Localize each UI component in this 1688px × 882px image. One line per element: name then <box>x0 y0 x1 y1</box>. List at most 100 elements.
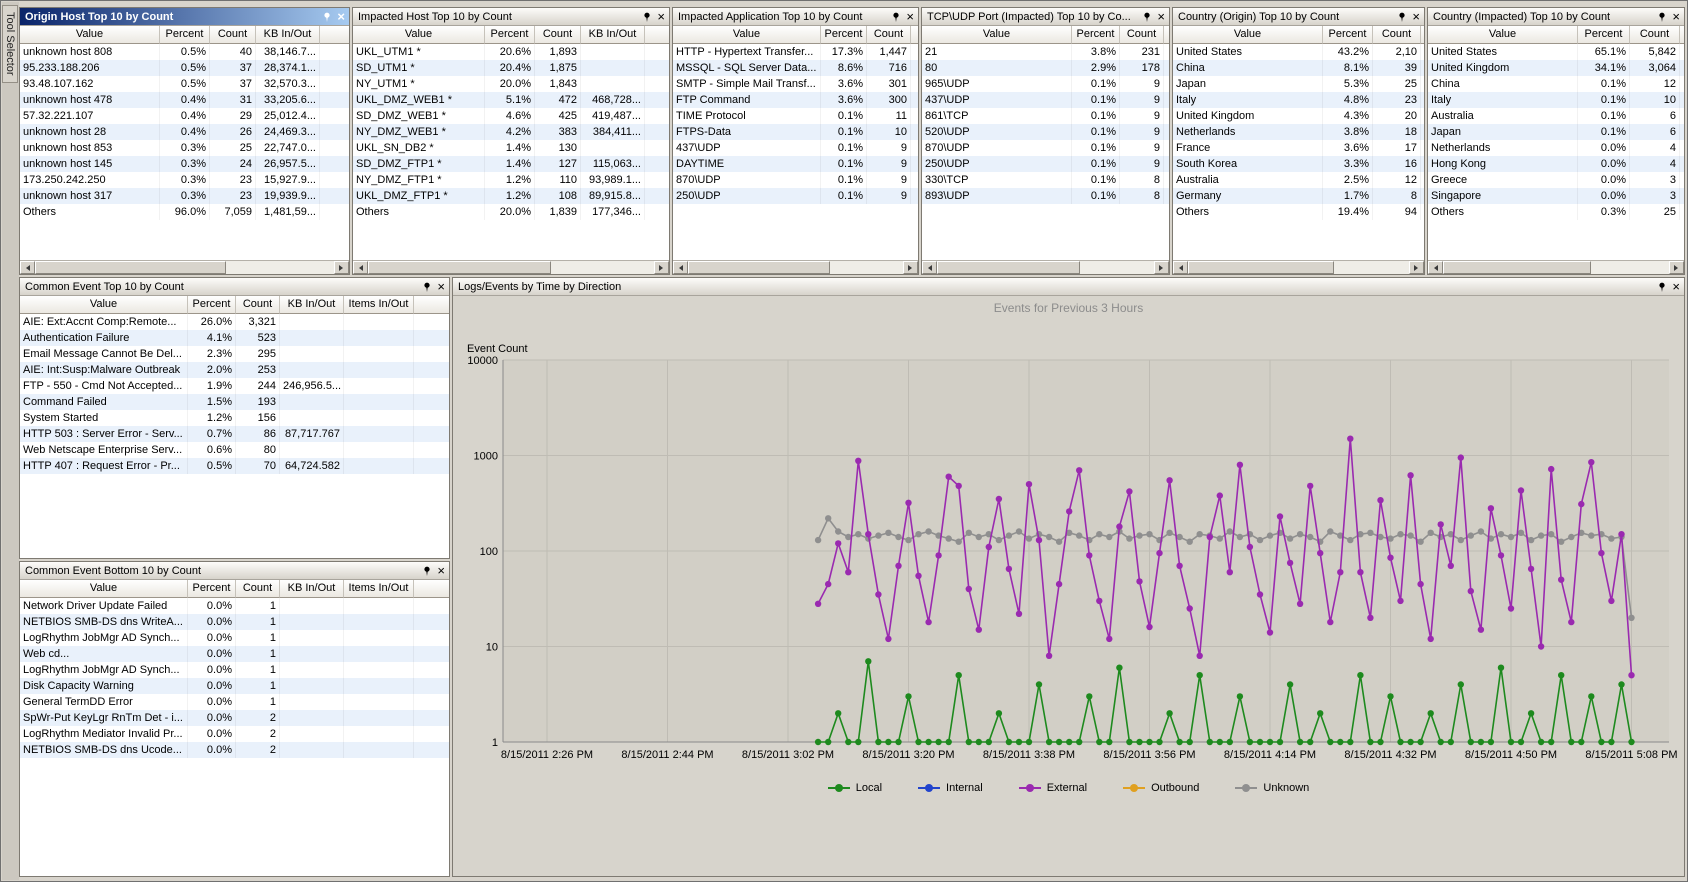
country-impacted-titlebar[interactable]: Country (Impacted) Top 10 by Count × <box>1428 8 1684 26</box>
scroll-track[interactable] <box>1080 261 1154 274</box>
pin-icon[interactable] <box>422 282 432 292</box>
table-row[interactable]: FTP Command3.6%300 <box>673 92 918 108</box>
legend-item-unknown[interactable]: Unknown <box>1235 782 1309 794</box>
column-header[interactable]: Items In/Out <box>344 296 414 314</box>
table-row[interactable]: 213.8%231 <box>922 44 1169 60</box>
table-row[interactable]: HTTP 503 : Server Error - Serv...0.7%868… <box>20 426 449 442</box>
scroll-left-button[interactable] <box>673 261 688 274</box>
table-row[interactable]: 861\TCP0.1%9 <box>922 108 1169 124</box>
scroll-right-button[interactable] <box>334 261 349 274</box>
table-row[interactable]: Germany1.7%8 <box>1173 188 1424 204</box>
table-row[interactable]: UKL_DMZ_WEB1 *5.1%472468,728... <box>353 92 669 108</box>
table-row[interactable]: 250\UDP0.1%9 <box>922 156 1169 172</box>
table-row[interactable]: General TermDD Error0.0%1 <box>20 694 449 710</box>
column-header[interactable]: Value <box>1428 26 1578 44</box>
scroll-left-button[interactable] <box>922 261 937 274</box>
column-header[interactable]: Percent <box>485 26 535 44</box>
table-row[interactable]: Others19.4%94 <box>1173 204 1424 220</box>
column-header[interactable]: Percent <box>188 580 236 598</box>
table-row[interactable]: South Korea3.3%16 <box>1173 156 1424 172</box>
table-row[interactable]: unknown host 4780.4%3133,205.6... <box>20 92 349 108</box>
table-row[interactable]: Italy4.8%23 <box>1173 92 1424 108</box>
table-row[interactable]: LogRhythm JobMgr AD Synch...0.0%1 <box>20 662 449 678</box>
column-header[interactable]: Value <box>922 26 1072 44</box>
pin-icon[interactable] <box>1657 282 1667 292</box>
table-row[interactable]: DAYTIME0.1%9 <box>673 156 918 172</box>
table-row[interactable]: United Kingdom4.3%20 <box>1173 108 1424 124</box>
table-row[interactable]: 802.9%178 <box>922 60 1169 76</box>
impacted-host-titlebar[interactable]: Impacted Host Top 10 by Count × <box>353 8 669 26</box>
table-row[interactable]: United Kingdom34.1%3,064 <box>1428 60 1684 76</box>
table-row[interactable]: 870\UDP0.1%9 <box>673 172 918 188</box>
table-row[interactable]: Greece0.0%3 <box>1428 172 1684 188</box>
table-row[interactable]: 250\UDP0.1%9 <box>673 188 918 204</box>
column-header[interactable]: Count <box>236 580 280 598</box>
column-header[interactable]: Percent <box>821 26 867 44</box>
legend-item-outbound[interactable]: Outbound <box>1123 782 1199 794</box>
pin-icon[interactable] <box>1397 12 1407 22</box>
close-icon[interactable]: × <box>1412 11 1420 22</box>
table-row[interactable]: NETBIOS SMB-DS dns Ucode...0.0%2 <box>20 742 449 758</box>
table-row[interactable]: 57.32.221.1070.4%2925,012.4... <box>20 108 349 124</box>
table-row[interactable]: United States65.1%5,842 <box>1428 44 1684 60</box>
scroll-right-button[interactable] <box>1669 261 1684 274</box>
table-row[interactable]: SMTP - Simple Mail Transf...3.6%301 <box>673 76 918 92</box>
close-icon[interactable]: × <box>437 281 445 292</box>
table-row[interactable]: unknown host 280.4%2624,469.3... <box>20 124 349 140</box>
scroll-track[interactable] <box>1334 261 1409 274</box>
table-row[interactable]: NY_UTM1 *20.0%1,843 <box>353 76 669 92</box>
horizontal-scrollbar[interactable] <box>353 260 669 274</box>
scroll-thumb[interactable] <box>1443 261 1591 274</box>
impacted-application-titlebar[interactable]: Impacted Application Top 10 by Count × <box>673 8 918 26</box>
table-row[interactable]: MSSQL - SQL Server Data...8.6%716 <box>673 60 918 76</box>
table-row[interactable]: unknown host 3170.3%2319,939.9... <box>20 188 349 204</box>
scroll-left-button[interactable] <box>353 261 368 274</box>
column-header[interactable]: Percent <box>1323 26 1373 44</box>
scroll-track[interactable] <box>830 261 903 274</box>
scroll-thumb[interactable] <box>1188 261 1334 274</box>
pin-icon[interactable] <box>891 12 901 22</box>
table-row[interactable]: UKL_DMZ_FTP1 *1.2%10889,915.8... <box>353 188 669 204</box>
table-row[interactable]: 965\UDP0.1%9 <box>922 76 1169 92</box>
table-row[interactable]: 173.250.242.2500.3%2315,927.9... <box>20 172 349 188</box>
column-header[interactable]: Value <box>20 26 160 44</box>
table-row[interactable]: unknown host 8080.5%4038,146.7... <box>20 44 349 60</box>
table-row[interactable]: Disk Capacity Warning0.0%1 <box>20 678 449 694</box>
table-row[interactable]: France3.6%17 <box>1173 140 1424 156</box>
horizontal-scrollbar[interactable] <box>20 260 349 274</box>
scroll-track[interactable] <box>226 261 334 274</box>
scroll-right-button[interactable] <box>1409 261 1424 274</box>
scroll-thumb[interactable] <box>688 261 830 274</box>
logs-events-titlebar[interactable]: Logs/Events by Time by Direction × <box>453 278 1684 296</box>
table-row[interactable]: Email Message Cannot Be Del...2.3%295 <box>20 346 449 362</box>
pin-icon[interactable] <box>322 12 332 22</box>
close-icon[interactable]: × <box>657 11 665 22</box>
table-row[interactable]: Others20.0%1,839177,346... <box>353 204 669 220</box>
table-row[interactable]: United States43.2%2,10 <box>1173 44 1424 60</box>
scroll-right-button[interactable] <box>903 261 918 274</box>
table-row[interactable]: NETBIOS SMB-DS dns WriteA...0.0%1 <box>20 614 449 630</box>
table-row[interactable]: HTTP - Hypertext Transfer...17.3%1,447 <box>673 44 918 60</box>
table-row[interactable]: NY_DMZ_WEB1 *4.2%383384,411... <box>353 124 669 140</box>
table-row[interactable]: Network Driver Update Failed0.0%1 <box>20 598 449 614</box>
column-header[interactable]: Count <box>236 296 280 314</box>
table-row[interactable]: Others96.0%7,0591,481,59... <box>20 204 349 220</box>
scroll-left-button[interactable] <box>1173 261 1188 274</box>
table-row[interactable]: HTTP 407 : Request Error - Pr...0.5%7064… <box>20 458 449 474</box>
horizontal-scrollbar[interactable] <box>922 260 1169 274</box>
close-icon[interactable]: × <box>1672 11 1680 22</box>
column-header[interactable]: Percent <box>1072 26 1120 44</box>
table-row[interactable]: AIE: Int:Susp:Malware Outbreak2.0%253 <box>20 362 449 378</box>
table-row[interactable]: unknown host 1450.3%2426,957.5... <box>20 156 349 172</box>
table-row[interactable]: China8.1%39 <box>1173 60 1424 76</box>
table-row[interactable]: UKL_UTM1 *20.6%1,893 <box>353 44 669 60</box>
column-header[interactable]: Value <box>20 296 188 314</box>
column-header[interactable]: KB In/Out <box>256 26 320 44</box>
close-icon[interactable]: × <box>437 565 445 576</box>
table-row[interactable]: UKL_SN_DB2 *1.4%130 <box>353 140 669 156</box>
scroll-left-button[interactable] <box>20 261 35 274</box>
table-row[interactable]: Web cd...0.0%1 <box>20 646 449 662</box>
legend-item-external[interactable]: External <box>1019 782 1087 794</box>
table-row[interactable]: 893\UDP0.1%8 <box>922 188 1169 204</box>
table-row[interactable]: SD_UTM1 *20.4%1,875 <box>353 60 669 76</box>
